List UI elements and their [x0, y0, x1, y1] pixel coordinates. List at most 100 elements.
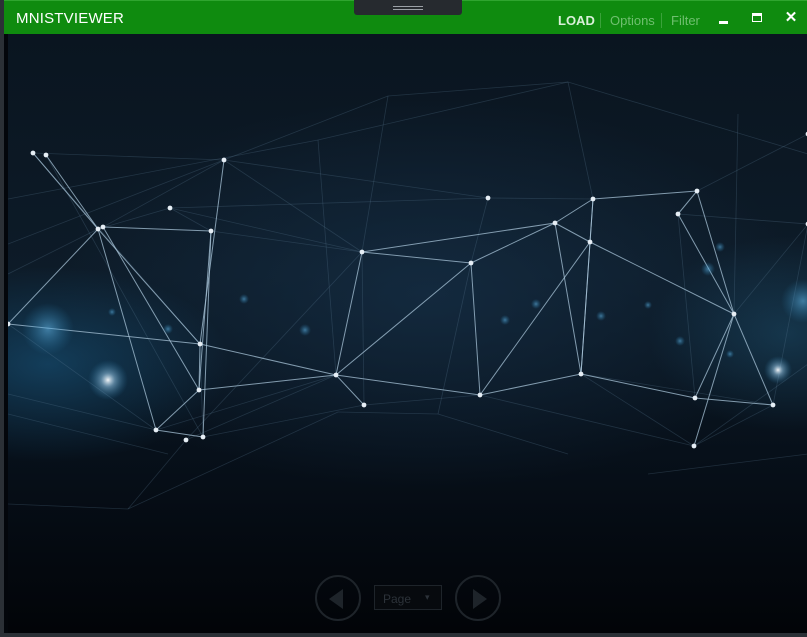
viewer-canvas [8, 34, 807, 633]
network-node [208, 228, 214, 234]
network-edge [479, 394, 695, 447]
network-edge [8, 413, 169, 455]
network-edge [437, 413, 569, 455]
network-edge [102, 159, 225, 228]
network-node [196, 387, 202, 393]
network-edge [185, 374, 337, 441]
glow-particle [675, 336, 685, 346]
network-node [587, 239, 593, 245]
network-edge [592, 190, 698, 200]
network-node [30, 150, 36, 156]
network-edge [185, 251, 363, 441]
glow-particle [764, 356, 792, 384]
glow-particle [22, 303, 74, 355]
filter-menu-item[interactable]: Filter [671, 13, 700, 28]
network-edge [589, 241, 735, 315]
glow-particle [163, 324, 173, 334]
minimize-icon [719, 21, 728, 24]
network-node [100, 224, 106, 230]
network-edge [677, 213, 696, 399]
network-node [333, 372, 339, 378]
network-edge [199, 343, 337, 376]
network-edge [580, 373, 696, 399]
network-node [485, 195, 491, 201]
network-edge [487, 197, 594, 200]
network-node [43, 152, 49, 158]
menu-separator [600, 13, 601, 28]
network-edge [198, 230, 212, 391]
network-edge [335, 374, 365, 406]
next-page-button[interactable] [455, 575, 501, 621]
network-edge [470, 262, 481, 396]
network-edge [335, 374, 481, 396]
close-button[interactable]: ✕ [780, 7, 802, 29]
network-node [692, 395, 698, 401]
glow-particle [88, 360, 128, 400]
minimize-button[interactable] [712, 7, 734, 29]
glow-particle [715, 242, 725, 252]
network-edge [317, 81, 569, 141]
network-node [694, 188, 700, 194]
chevron-right-icon [473, 589, 487, 609]
network-node [578, 371, 584, 377]
network-edge [97, 207, 171, 230]
network-node [552, 220, 558, 226]
previous-page-button[interactable] [315, 575, 361, 621]
network-node [153, 427, 159, 433]
network-node [197, 341, 203, 347]
network-edge [210, 230, 363, 253]
glow-particle [500, 315, 510, 325]
network-edge [696, 190, 735, 315]
menu-separator [661, 13, 662, 28]
network-node [359, 249, 365, 255]
network-edge [580, 373, 695, 447]
glow-particle [596, 311, 606, 321]
network-edge [567, 81, 807, 155]
glow-particle [531, 299, 541, 309]
network-edge [8, 503, 129, 510]
chevron-down-icon: ▾ [425, 592, 430, 602]
network-edge [97, 228, 201, 345]
network-edge [198, 374, 337, 391]
network-node [675, 211, 681, 217]
glow-particle [239, 294, 249, 304]
load-menu-item[interactable]: LOAD [558, 13, 595, 28]
maximize-button[interactable] [746, 7, 768, 29]
network-edge [567, 81, 594, 200]
network-edge [361, 251, 365, 406]
app-title: MNISTVIEWER [16, 10, 125, 27]
glow-particle [726, 350, 734, 358]
network-edge [479, 241, 591, 396]
network-node [167, 205, 173, 211]
network-edge [8, 228, 99, 275]
network-node [770, 402, 776, 408]
network-edge [8, 393, 157, 431]
network-edge [202, 404, 365, 438]
maximize-icon [752, 13, 762, 22]
glow-particle [299, 324, 311, 336]
network-edge [45, 154, 99, 230]
window-drag-handle[interactable] [354, 0, 462, 15]
network-edge [693, 404, 774, 447]
network-edge [470, 197, 489, 264]
network-edge [223, 159, 489, 199]
page-select-label: Page [383, 592, 412, 606]
network-edge [733, 313, 774, 406]
options-menu-item[interactable]: Options [610, 13, 655, 28]
chevron-left-icon [329, 589, 343, 609]
grip-icon [393, 6, 423, 10]
network-edge [32, 152, 99, 230]
page-select[interactable]: Page ▾ [374, 585, 442, 610]
network-edge [693, 313, 735, 447]
network-node [468, 260, 474, 266]
close-icon: ✕ [784, 9, 798, 26]
network-edge [696, 134, 807, 192]
app-window: MNISTVIEWER LOAD Options Filter ✕ Page ▾ [0, 0, 807, 637]
network-edge [580, 198, 594, 375]
network-edge [479, 373, 582, 396]
network-edge [202, 230, 212, 438]
network-edge [733, 113, 739, 315]
network-edge [361, 222, 556, 253]
network-node [95, 226, 101, 232]
network-edge [317, 139, 337, 376]
